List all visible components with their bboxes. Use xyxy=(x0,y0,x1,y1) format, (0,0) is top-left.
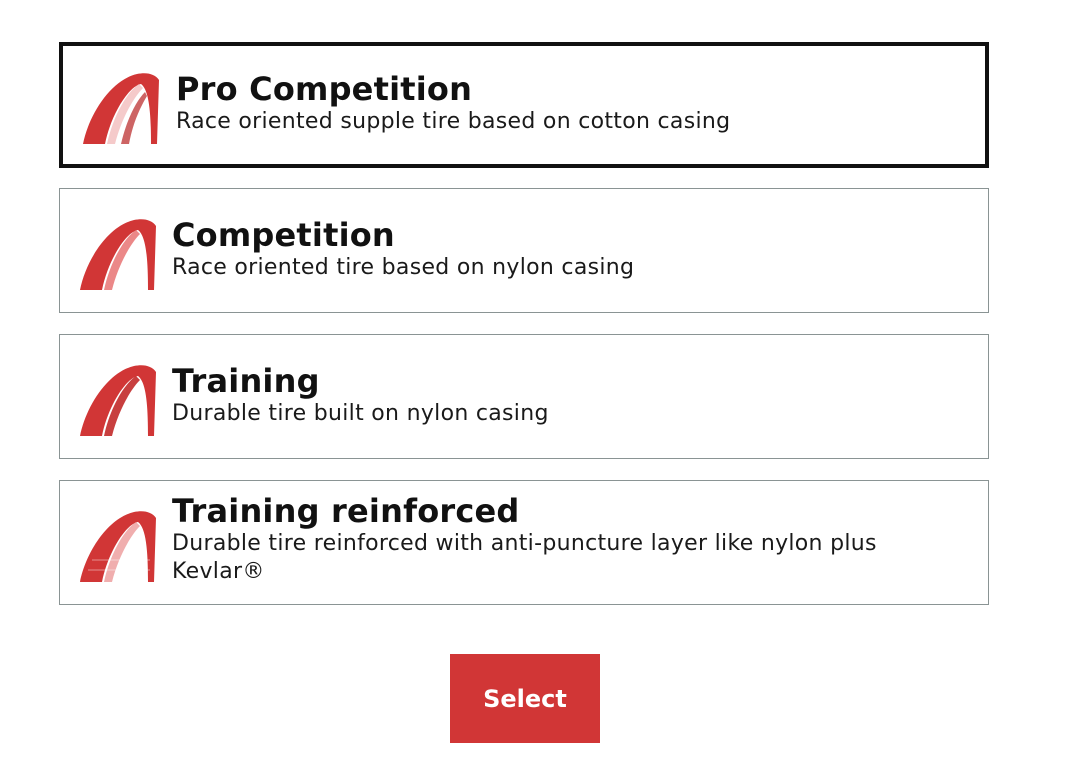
option-training-reinforced[interactable]: Training reinforced Durable tire reinfor… xyxy=(59,480,989,605)
option-training[interactable]: Training Durable tire built on nylon cas… xyxy=(59,334,989,459)
tire-icon xyxy=(80,219,156,290)
option-description: Race oriented tire based on nylon casing xyxy=(172,255,635,280)
tire-icon xyxy=(80,365,156,436)
option-description: Durable tire built on nylon casing xyxy=(172,401,549,426)
option-description: Durable tire reinforced with anti-punctu… xyxy=(172,531,877,584)
option-competition[interactable]: Competition Race oriented tire based on … xyxy=(59,188,989,313)
option-title: Pro Competition xyxy=(176,70,473,108)
option-title: Training reinforced xyxy=(172,492,520,530)
tire-icon xyxy=(80,511,156,582)
option-title: Competition xyxy=(172,216,395,254)
select-button[interactable]: Select xyxy=(450,654,600,743)
option-title: Training xyxy=(172,362,320,400)
option-pro-competition[interactable]: Pro Competition Race oriented supple tir… xyxy=(59,42,989,168)
option-description: Race oriented supple tire based on cotto… xyxy=(176,109,731,134)
tire-icon xyxy=(83,73,159,144)
